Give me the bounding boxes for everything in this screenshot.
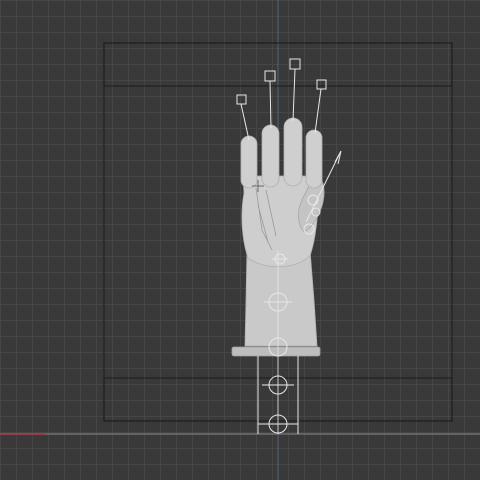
3d-viewport[interactable] <box>0 0 480 480</box>
middle-ik-control[interactable] <box>289 58 301 70</box>
pinky-finger-mesh[interactable] <box>240 135 258 189</box>
index-ik-line <box>314 88 322 134</box>
index-finger-mesh[interactable] <box>305 129 323 189</box>
middle-finger-mesh[interactable] <box>283 117 303 187</box>
middle-ik-line <box>292 68 296 122</box>
pinky-ik-line <box>240 103 250 141</box>
hand-pedestal[interactable] <box>231 346 321 357</box>
index-ik-control[interactable] <box>316 79 327 90</box>
viewport-canvas[interactable] <box>0 0 480 480</box>
ring-ik-line <box>269 80 272 129</box>
pinky-ik-control[interactable] <box>236 94 247 105</box>
ring-ik-control[interactable] <box>264 70 276 82</box>
ring-finger-mesh[interactable] <box>261 124 280 188</box>
